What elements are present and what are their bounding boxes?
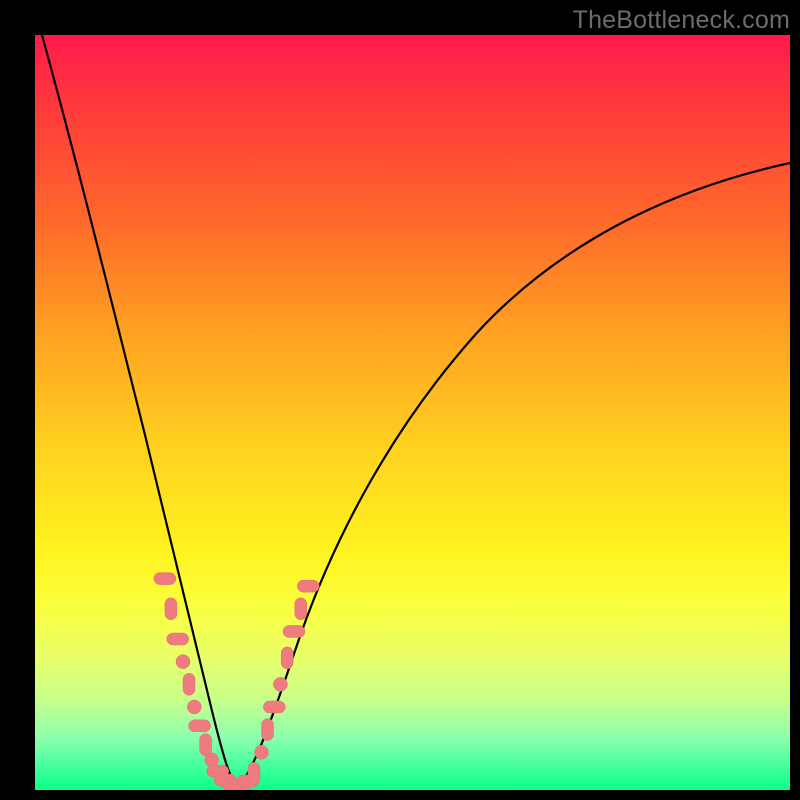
highlight-marker [248,762,260,784]
watermark-text: TheBottleneck.com [573,6,790,35]
highlight-marker [255,745,269,759]
highlight-marker [283,625,305,637]
highlight-marker [200,734,212,756]
highlight-marker [187,700,201,714]
highlight-marker [176,655,190,669]
marker-layer [154,573,319,790]
chart-frame: TheBottleneck.com [0,0,800,800]
highlight-marker [297,580,319,592]
highlight-marker [263,701,285,713]
highlight-marker [183,673,195,695]
highlight-marker [154,573,176,585]
highlight-marker [295,598,307,620]
curve-right [237,163,790,786]
curve-left [42,35,237,786]
highlight-marker [273,677,287,691]
highlight-marker [167,633,189,645]
highlight-marker [165,598,177,620]
highlight-marker [205,753,219,767]
chart-svg [35,35,790,790]
highlight-marker [262,719,274,741]
highlight-marker [189,720,211,732]
highlight-marker [281,647,293,669]
plot-area [35,35,790,790]
